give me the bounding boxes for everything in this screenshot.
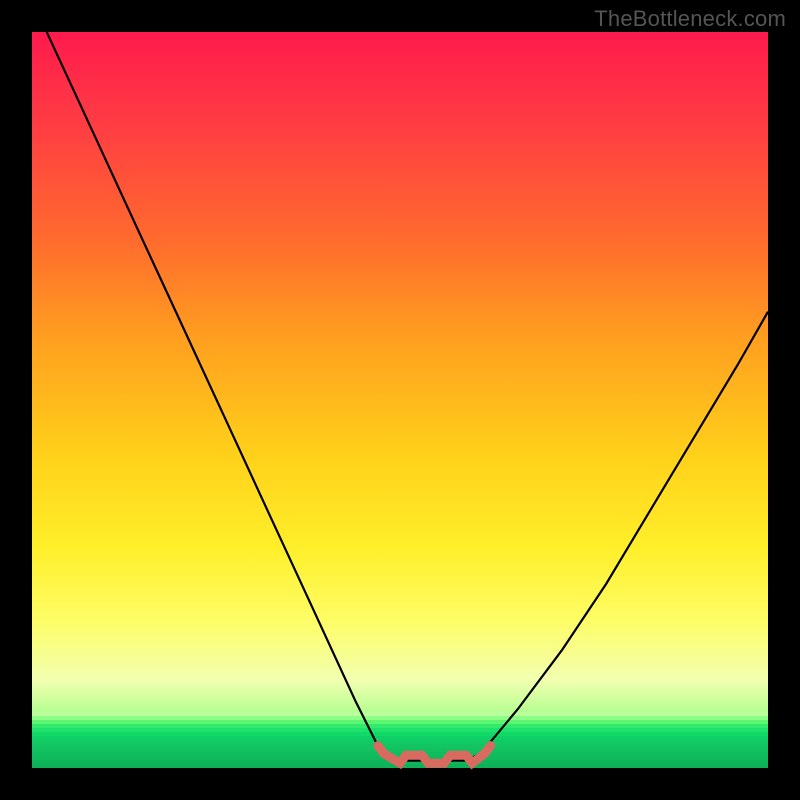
- knot-highlight: [378, 746, 491, 764]
- chart-frame: TheBottleneck.com: [0, 0, 800, 800]
- watermark-text: TheBottleneck.com: [594, 6, 786, 32]
- right-branch-line: [481, 312, 768, 754]
- plot-area: [32, 32, 768, 768]
- left-branch-line: [47, 32, 382, 753]
- curve-svg: [32, 32, 768, 768]
